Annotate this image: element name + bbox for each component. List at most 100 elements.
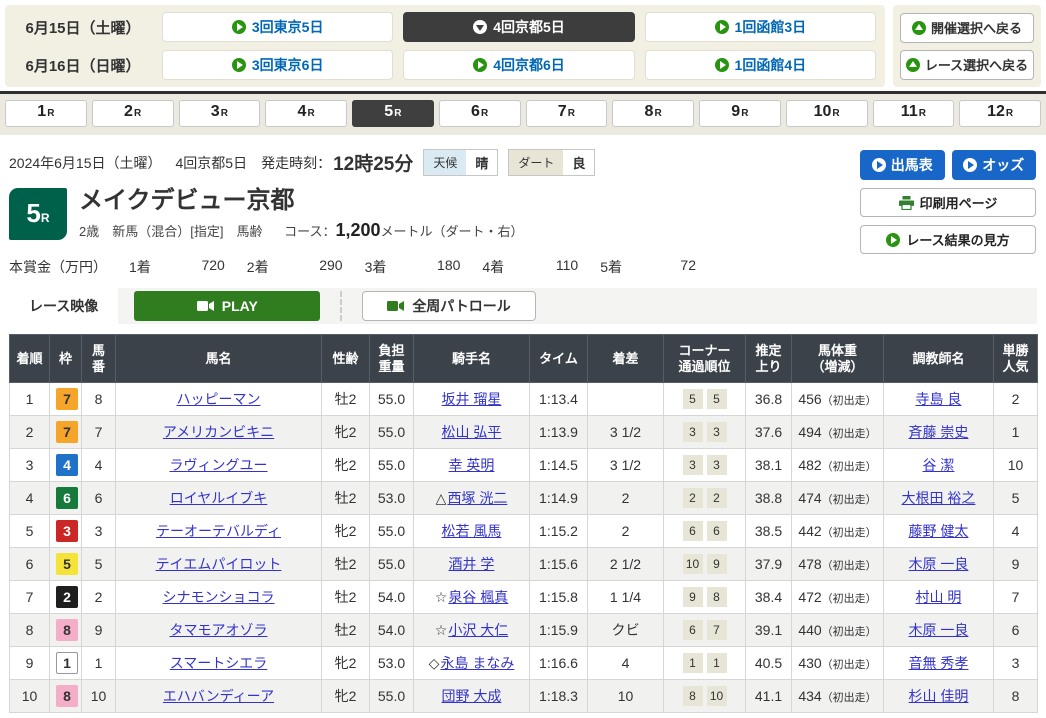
jockey-name-link[interactable]: 団野 大成 — [442, 688, 502, 704]
meeting-button[interactable]: 4回京都5日 — [403, 12, 634, 42]
waku-cell: 7 — [50, 383, 82, 416]
race-tab-12r[interactable]: 12R — [959, 100, 1041, 127]
result-guide-label: レース結果の見方 — [906, 230, 1009, 249]
horse-weight-value: 478 — [798, 556, 821, 572]
race-tab-suffix: R — [832, 109, 839, 119]
horse-name-link[interactable]: スマートシエラ — [170, 655, 268, 671]
print-page-button[interactable]: 印刷用ページ — [860, 188, 1036, 217]
results-table-body: 178ハッピーマン牡255.0坂井 瑠星1:13.45536.8456（初出走）… — [10, 383, 1038, 713]
horse-name-cell: ハッピーマン — [116, 383, 322, 416]
race-tab-11r[interactable]: 11R — [873, 100, 955, 127]
jockey-name-link[interactable]: 松山 弘平 — [442, 424, 502, 440]
horse-weight-note: （初出走） — [822, 593, 877, 605]
arrow-right-icon — [232, 58, 246, 72]
trainer-name-link[interactable]: 寺島 良 — [916, 391, 962, 407]
waku-cell: 5 — [50, 548, 82, 581]
horse-name-link[interactable]: エハバンディーア — [163, 688, 274, 704]
trainer-name-link[interactable]: 杉山 佳明 — [909, 688, 969, 704]
print-button-label: 印刷用ページ — [920, 193, 998, 212]
race-tab-5r[interactable]: 5R — [352, 100, 434, 127]
trainer-name-link[interactable]: 木原 一良 — [909, 622, 969, 638]
race-tab-number: 3 — [211, 104, 220, 120]
meeting-button[interactable]: 1回函館4日 — [645, 50, 876, 80]
trainer-name-link[interactable]: 木原 一良 — [909, 556, 969, 572]
weather-value: 晴 — [466, 150, 497, 175]
meeting-button[interactable]: 3回東京5日 — [162, 12, 393, 42]
jockey-name-link[interactable]: 西塚 洸二 — [447, 490, 507, 506]
odds-button[interactable]: オッズ — [952, 150, 1037, 180]
back-to-race-select-button[interactable]: レース選択へ戻る — [900, 50, 1034, 80]
horse-name-link[interactable]: アメリカンビキニ — [163, 424, 274, 440]
corner-position: 10 — [683, 554, 703, 574]
jockey-name-link[interactable]: 坂井 瑠星 — [442, 391, 502, 407]
race-tab-9r[interactable]: 9R — [699, 100, 781, 127]
race-tab-6r[interactable]: 6R — [439, 100, 521, 127]
trainer-name-link[interactable]: 音無 秀孝 — [909, 655, 969, 671]
jockey-name-link[interactable]: 泉谷 楓真 — [448, 589, 508, 605]
arrow-right-icon — [715, 20, 729, 34]
table-row: 889タマモアオゾラ牡254.0☆小沢 大仁1:15.9クビ6739.1440（… — [10, 614, 1038, 647]
jockey-name-link[interactable]: 幸 英明 — [449, 457, 495, 473]
race-tab-number: 4 — [298, 104, 307, 120]
trainer-name-link[interactable]: 村山 明 — [916, 589, 962, 605]
trainer-name-link[interactable]: 谷 潔 — [923, 457, 955, 473]
horse-name-link[interactable]: ロイヤルイブキ — [170, 490, 268, 506]
win-popularity-cell: 6 — [994, 614, 1038, 647]
jockey-name-link[interactable]: 松若 風馬 — [442, 523, 502, 539]
prize-place: 2着 — [247, 257, 269, 277]
column-header-2: 枠 — [50, 335, 82, 383]
trainer-name-link[interactable]: 藤野 健太 — [909, 523, 969, 539]
top-schedule-bar: 6月15日（土曜）3回東京5日4回京都5日1回函館3日6月16日（日曜）3回東京… — [0, 0, 1046, 91]
waku-cell: 3 — [50, 515, 82, 548]
race-tab-3r[interactable]: 3R — [179, 100, 261, 127]
jockey-name-link[interactable]: 永島 まなみ — [440, 655, 514, 671]
horse-weight-cell: 456（初出走） — [792, 383, 884, 416]
race-tab-2r[interactable]: 2R — [92, 100, 174, 127]
prize-amount: 110 — [534, 257, 578, 277]
race-name: メイクデビュー京都 — [79, 188, 524, 214]
race-number: 5 — [26, 200, 40, 226]
column-header-8: タイム — [530, 335, 588, 383]
play-button[interactable]: PLAY — [134, 291, 320, 321]
meeting-button[interactable]: 4回京都6日 — [403, 50, 634, 80]
horse-weight-value: 494 — [798, 424, 821, 440]
horse-weight-value: 442 — [798, 523, 821, 539]
video-camera-icon — [197, 300, 214, 312]
trainer-name-link[interactable]: 大根田 裕之 — [902, 490, 976, 506]
jockey-name-link[interactable]: 小沢 大仁 — [448, 622, 508, 638]
meeting-button[interactable]: 1回函館3日 — [645, 12, 876, 42]
jockey-name-link[interactable]: 酒井 学 — [449, 556, 495, 572]
race-tab-8r[interactable]: 8R — [612, 100, 694, 127]
horse-name-link[interactable]: ハッピーマン — [177, 391, 261, 407]
jockey-cell: 松山 弘平 — [414, 416, 530, 449]
horse-name-link[interactable]: テイエムパイロット — [156, 556, 282, 572]
corner-order: 66 — [683, 521, 727, 541]
margin-cell: 2 — [588, 515, 664, 548]
horse-name-cell: アメリカンビキニ — [116, 416, 322, 449]
meeting-button-label: 1回函館4日 — [735, 55, 807, 75]
horse-name-link[interactable]: テーオーテバルディ — [156, 523, 281, 539]
horse-number-cell: 7 — [82, 416, 116, 449]
waku-badge: 2 — [56, 586, 78, 608]
race-tab-1r[interactable]: 1R — [5, 100, 87, 127]
horse-name-link[interactable]: タマモアオゾラ — [170, 622, 268, 638]
race-tab-7r[interactable]: 7R — [526, 100, 608, 127]
horse-name-link[interactable]: シナモンショコラ — [163, 589, 275, 605]
race-tab-10r[interactable]: 10R — [786, 100, 868, 127]
column-header-14: 単勝 人気 — [994, 335, 1038, 383]
trainer-name-link[interactable]: 斉藤 崇史 — [909, 424, 969, 440]
entries-button[interactable]: 出馬表 — [860, 150, 945, 180]
back-to-meeting-select-button[interactable]: 開催選択へ戻る — [900, 13, 1034, 43]
table-row: 10810エハバンディーア牝255.0団野 大成1:18.31081041.14… — [10, 680, 1038, 713]
patrol-video-button[interactable]: 全周パトロール — [362, 291, 535, 321]
race-tab-suffix: R — [134, 109, 141, 119]
course-suffix: メートル（ダート・右） — [381, 224, 524, 239]
horse-weight-value: 474 — [798, 490, 821, 506]
horse-weight-note: （初出走） — [822, 659, 877, 671]
result-guide-button[interactable]: レース結果の見方 — [860, 225, 1036, 254]
race-tab-4r[interactable]: 4R — [265, 100, 347, 127]
horse-weight-cell: 442（初出走） — [792, 515, 884, 548]
corner-position: 1 — [683, 653, 703, 673]
horse-name-link[interactable]: ラヴィングユー — [170, 457, 268, 473]
meeting-button[interactable]: 3回東京6日 — [162, 50, 393, 80]
